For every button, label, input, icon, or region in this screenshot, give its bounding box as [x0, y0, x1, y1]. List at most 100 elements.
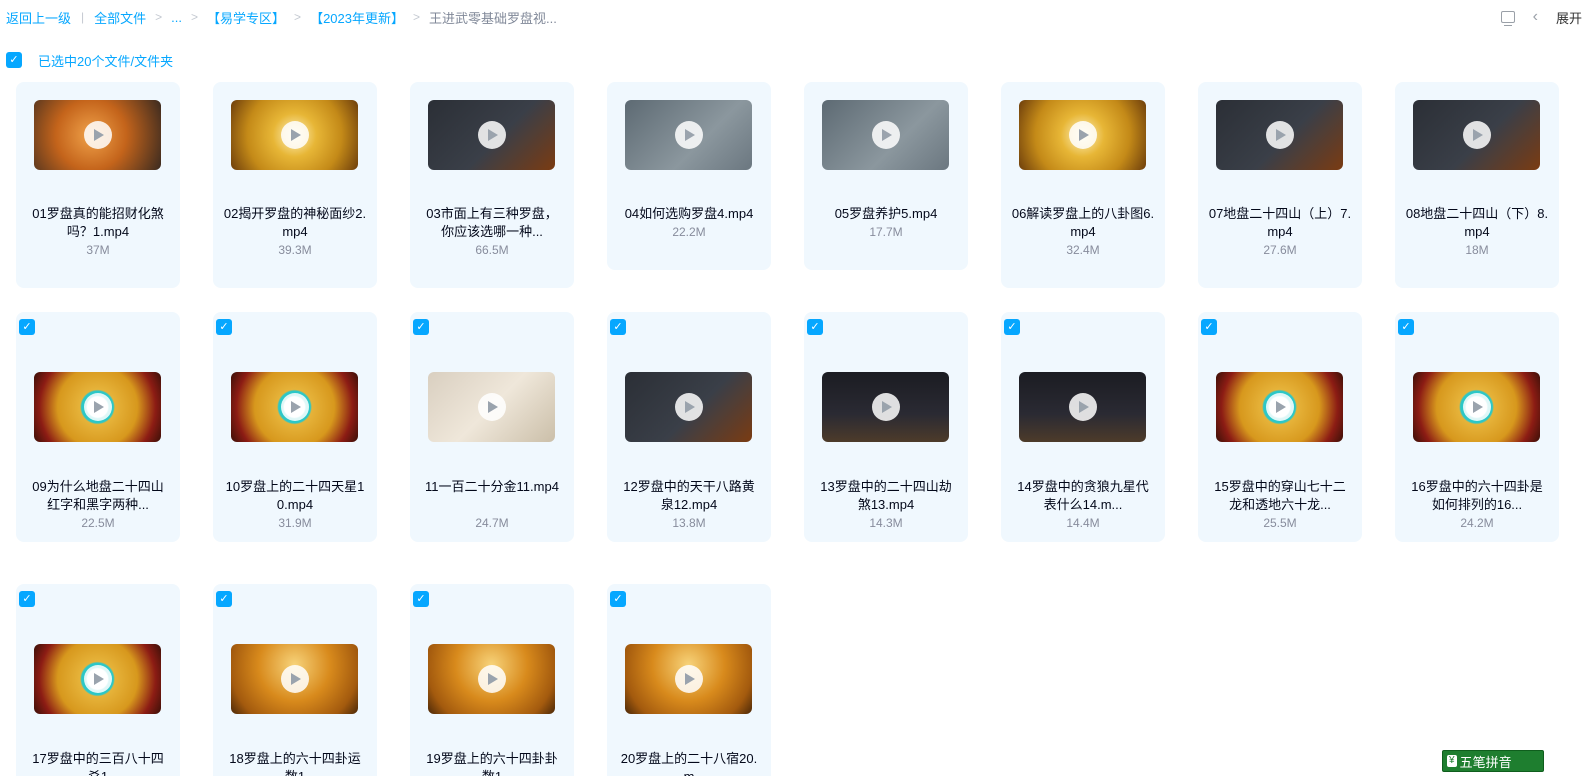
- file-size: 37M: [86, 243, 110, 257]
- select-all-checkbox[interactable]: ✓: [6, 52, 22, 68]
- file-checkbox[interactable]: ✓: [1201, 319, 1217, 335]
- video-thumbnail[interactable]: [1019, 100, 1146, 170]
- file-card[interactable]: 03市面上有三种罗盘，你应该选哪一种... 66.5M: [410, 82, 574, 288]
- chevron-right-icon: >: [191, 10, 199, 24]
- video-thumbnail[interactable]: [231, 644, 358, 714]
- file-name: 20罗盘上的二十八宿20.m: [620, 751, 758, 776]
- file-checkbox[interactable]: ✓: [216, 591, 232, 607]
- video-thumbnail[interactable]: [1019, 372, 1146, 442]
- file-name: 18罗盘上的六十四卦运数1: [229, 751, 361, 776]
- file-card[interactable]: ✓ 19罗盘上的六十四卦卦数1: [410, 584, 574, 776]
- video-thumbnail[interactable]: [34, 372, 161, 442]
- breadcrumb-root[interactable]: 全部文件: [94, 8, 146, 27]
- file-card[interactable]: ✓ 20罗盘上的二十八宿20.m: [607, 584, 771, 776]
- file-card[interactable]: ✓ 14罗盘中的贪狼九星代表什么14.m... 14.4M: [1001, 312, 1165, 542]
- video-thumbnail[interactable]: [428, 372, 555, 442]
- file-checkbox[interactable]: ✓: [1004, 319, 1020, 335]
- video-thumbnail[interactable]: [822, 372, 949, 442]
- video-thumbnail[interactable]: [1216, 372, 1343, 442]
- file-card[interactable]: ✓ 10罗盘上的二十四天星10.mp4 31.9M: [213, 312, 377, 542]
- chevron-right-icon: >: [412, 10, 420, 24]
- file-card[interactable]: ✓ 15罗盘中的穿山七十二龙和透地六十龙... 25.5M: [1198, 312, 1362, 542]
- back-link[interactable]: 返回上一级: [6, 8, 71, 27]
- play-icon: [280, 393, 309, 421]
- file-name: 02揭开罗盘的神秘面纱2.mp4: [223, 206, 367, 239]
- video-thumbnail[interactable]: [34, 644, 161, 714]
- chevron-left-icon[interactable]: ‹: [1533, 8, 1538, 26]
- play-icon: [871, 393, 900, 421]
- file-size: 24.7M: [475, 516, 509, 530]
- file-name: 06解读罗盘上的八卦图6.mp4: [1011, 206, 1155, 239]
- file-card[interactable]: 08地盘二十四山（下）8.mp4 18M: [1395, 82, 1559, 288]
- file-size: 13.8M: [672, 516, 706, 530]
- file-checkbox[interactable]: ✓: [216, 319, 232, 335]
- file-name: 05罗盘养护5.mp4: [834, 206, 938, 221]
- file-name: 07地盘二十四山（上）7.mp4: [1208, 206, 1352, 239]
- file-card[interactable]: 07地盘二十四山（上）7.mp4 27.6M: [1198, 82, 1362, 288]
- video-thumbnail[interactable]: [34, 100, 161, 170]
- video-thumbnail[interactable]: [231, 100, 358, 170]
- file-size: 27.6M: [1263, 243, 1297, 257]
- file-card[interactable]: 04如何选购罗盘4.mp4 22.2M: [607, 82, 771, 270]
- play-icon: [83, 665, 112, 693]
- file-card[interactable]: ✓ 18罗盘上的六十四卦运数1: [213, 584, 377, 776]
- play-icon: [674, 393, 703, 421]
- file-card[interactable]: ✓ 09为什么地盘二十四山红字和黑字两种... 22.5M: [16, 312, 180, 542]
- video-thumbnail[interactable]: [1413, 100, 1540, 170]
- file-size: 31.9M: [278, 516, 312, 530]
- play-icon: [280, 121, 309, 149]
- file-card[interactable]: ✓ 12罗盘中的天干八路黄泉12.mp4 13.8M: [607, 312, 771, 542]
- play-icon: [1265, 393, 1294, 421]
- file-size: 14.3M: [869, 516, 903, 530]
- file-checkbox[interactable]: ✓: [807, 319, 823, 335]
- file-card[interactable]: ✓ 11一百二十分金11.mp4 24.7M: [410, 312, 574, 542]
- file-checkbox[interactable]: ✓: [19, 319, 35, 335]
- file-size: 24.2M: [1460, 516, 1494, 530]
- file-card[interactable]: ✓ 17罗盘中的三百八十四爻1: [16, 584, 180, 776]
- file-card[interactable]: 02揭开罗盘的神秘面纱2.mp4 39.3M: [213, 82, 377, 288]
- play-icon: [477, 393, 506, 421]
- video-thumbnail[interactable]: [231, 372, 358, 442]
- play-icon: [674, 121, 703, 149]
- file-checkbox[interactable]: ✓: [610, 319, 626, 335]
- play-icon: [1068, 393, 1097, 421]
- file-name: 19罗盘上的六十四卦卦数1: [426, 751, 558, 776]
- video-thumbnail[interactable]: [1413, 372, 1540, 442]
- play-icon: [1068, 121, 1097, 149]
- file-name: 15罗盘中的穿山七十二龙和透地六十龙...: [1214, 479, 1346, 512]
- chevron-right-icon: >: [294, 10, 302, 24]
- video-thumbnail[interactable]: [428, 100, 555, 170]
- ime-toolbar[interactable]: ¥ 五笔拼音: [1442, 750, 1544, 772]
- play-icon: [674, 665, 703, 693]
- video-thumbnail[interactable]: [625, 644, 752, 714]
- expand-button[interactable]: 展开: [1556, 8, 1590, 27]
- file-checkbox[interactable]: ✓: [413, 591, 429, 607]
- file-checkbox[interactable]: ✓: [610, 591, 626, 607]
- file-checkbox[interactable]: ✓: [19, 591, 35, 607]
- file-card[interactable]: ✓ 16罗盘中的六十四卦是如何排列的16... 24.2M: [1395, 312, 1559, 542]
- video-thumbnail[interactable]: [428, 644, 555, 714]
- video-thumbnail[interactable]: [822, 100, 949, 170]
- video-thumbnail[interactable]: [1216, 100, 1343, 170]
- file-card[interactable]: 05罗盘养护5.mp4 17.7M: [804, 82, 968, 270]
- video-thumbnail[interactable]: [625, 372, 752, 442]
- file-card[interactable]: ✓ 13罗盘中的二十四山劫煞13.mp4 14.3M: [804, 312, 968, 542]
- file-checkbox[interactable]: ✓: [1398, 319, 1414, 335]
- breadcrumb-level1[interactable]: 【易学专区】: [207, 8, 285, 27]
- breadcrumb-ellipsis[interactable]: ...: [171, 10, 182, 25]
- top-right-tools: ‹ 展开: [1500, 0, 1590, 34]
- play-icon: [280, 665, 309, 693]
- video-thumbnail[interactable]: [625, 100, 752, 170]
- file-name: 01罗盘真的能招财化煞吗？1.mp4: [32, 206, 164, 239]
- file-name: 14罗盘中的贪狼九星代表什么14.m...: [1017, 479, 1149, 512]
- play-icon: [477, 121, 506, 149]
- play-icon: [83, 393, 112, 421]
- screen-icon[interactable]: [1500, 11, 1515, 26]
- play-icon: [477, 665, 506, 693]
- file-size: 22.5M: [81, 516, 115, 530]
- file-card[interactable]: 06解读罗盘上的八卦图6.mp4 32.4M: [1001, 82, 1165, 288]
- breadcrumb-level2[interactable]: 【2023年更新】: [310, 8, 404, 27]
- file-checkbox[interactable]: ✓: [413, 319, 429, 335]
- play-icon: [1265, 121, 1294, 149]
- file-card[interactable]: 01罗盘真的能招财化煞吗？1.mp4 37M: [16, 82, 180, 288]
